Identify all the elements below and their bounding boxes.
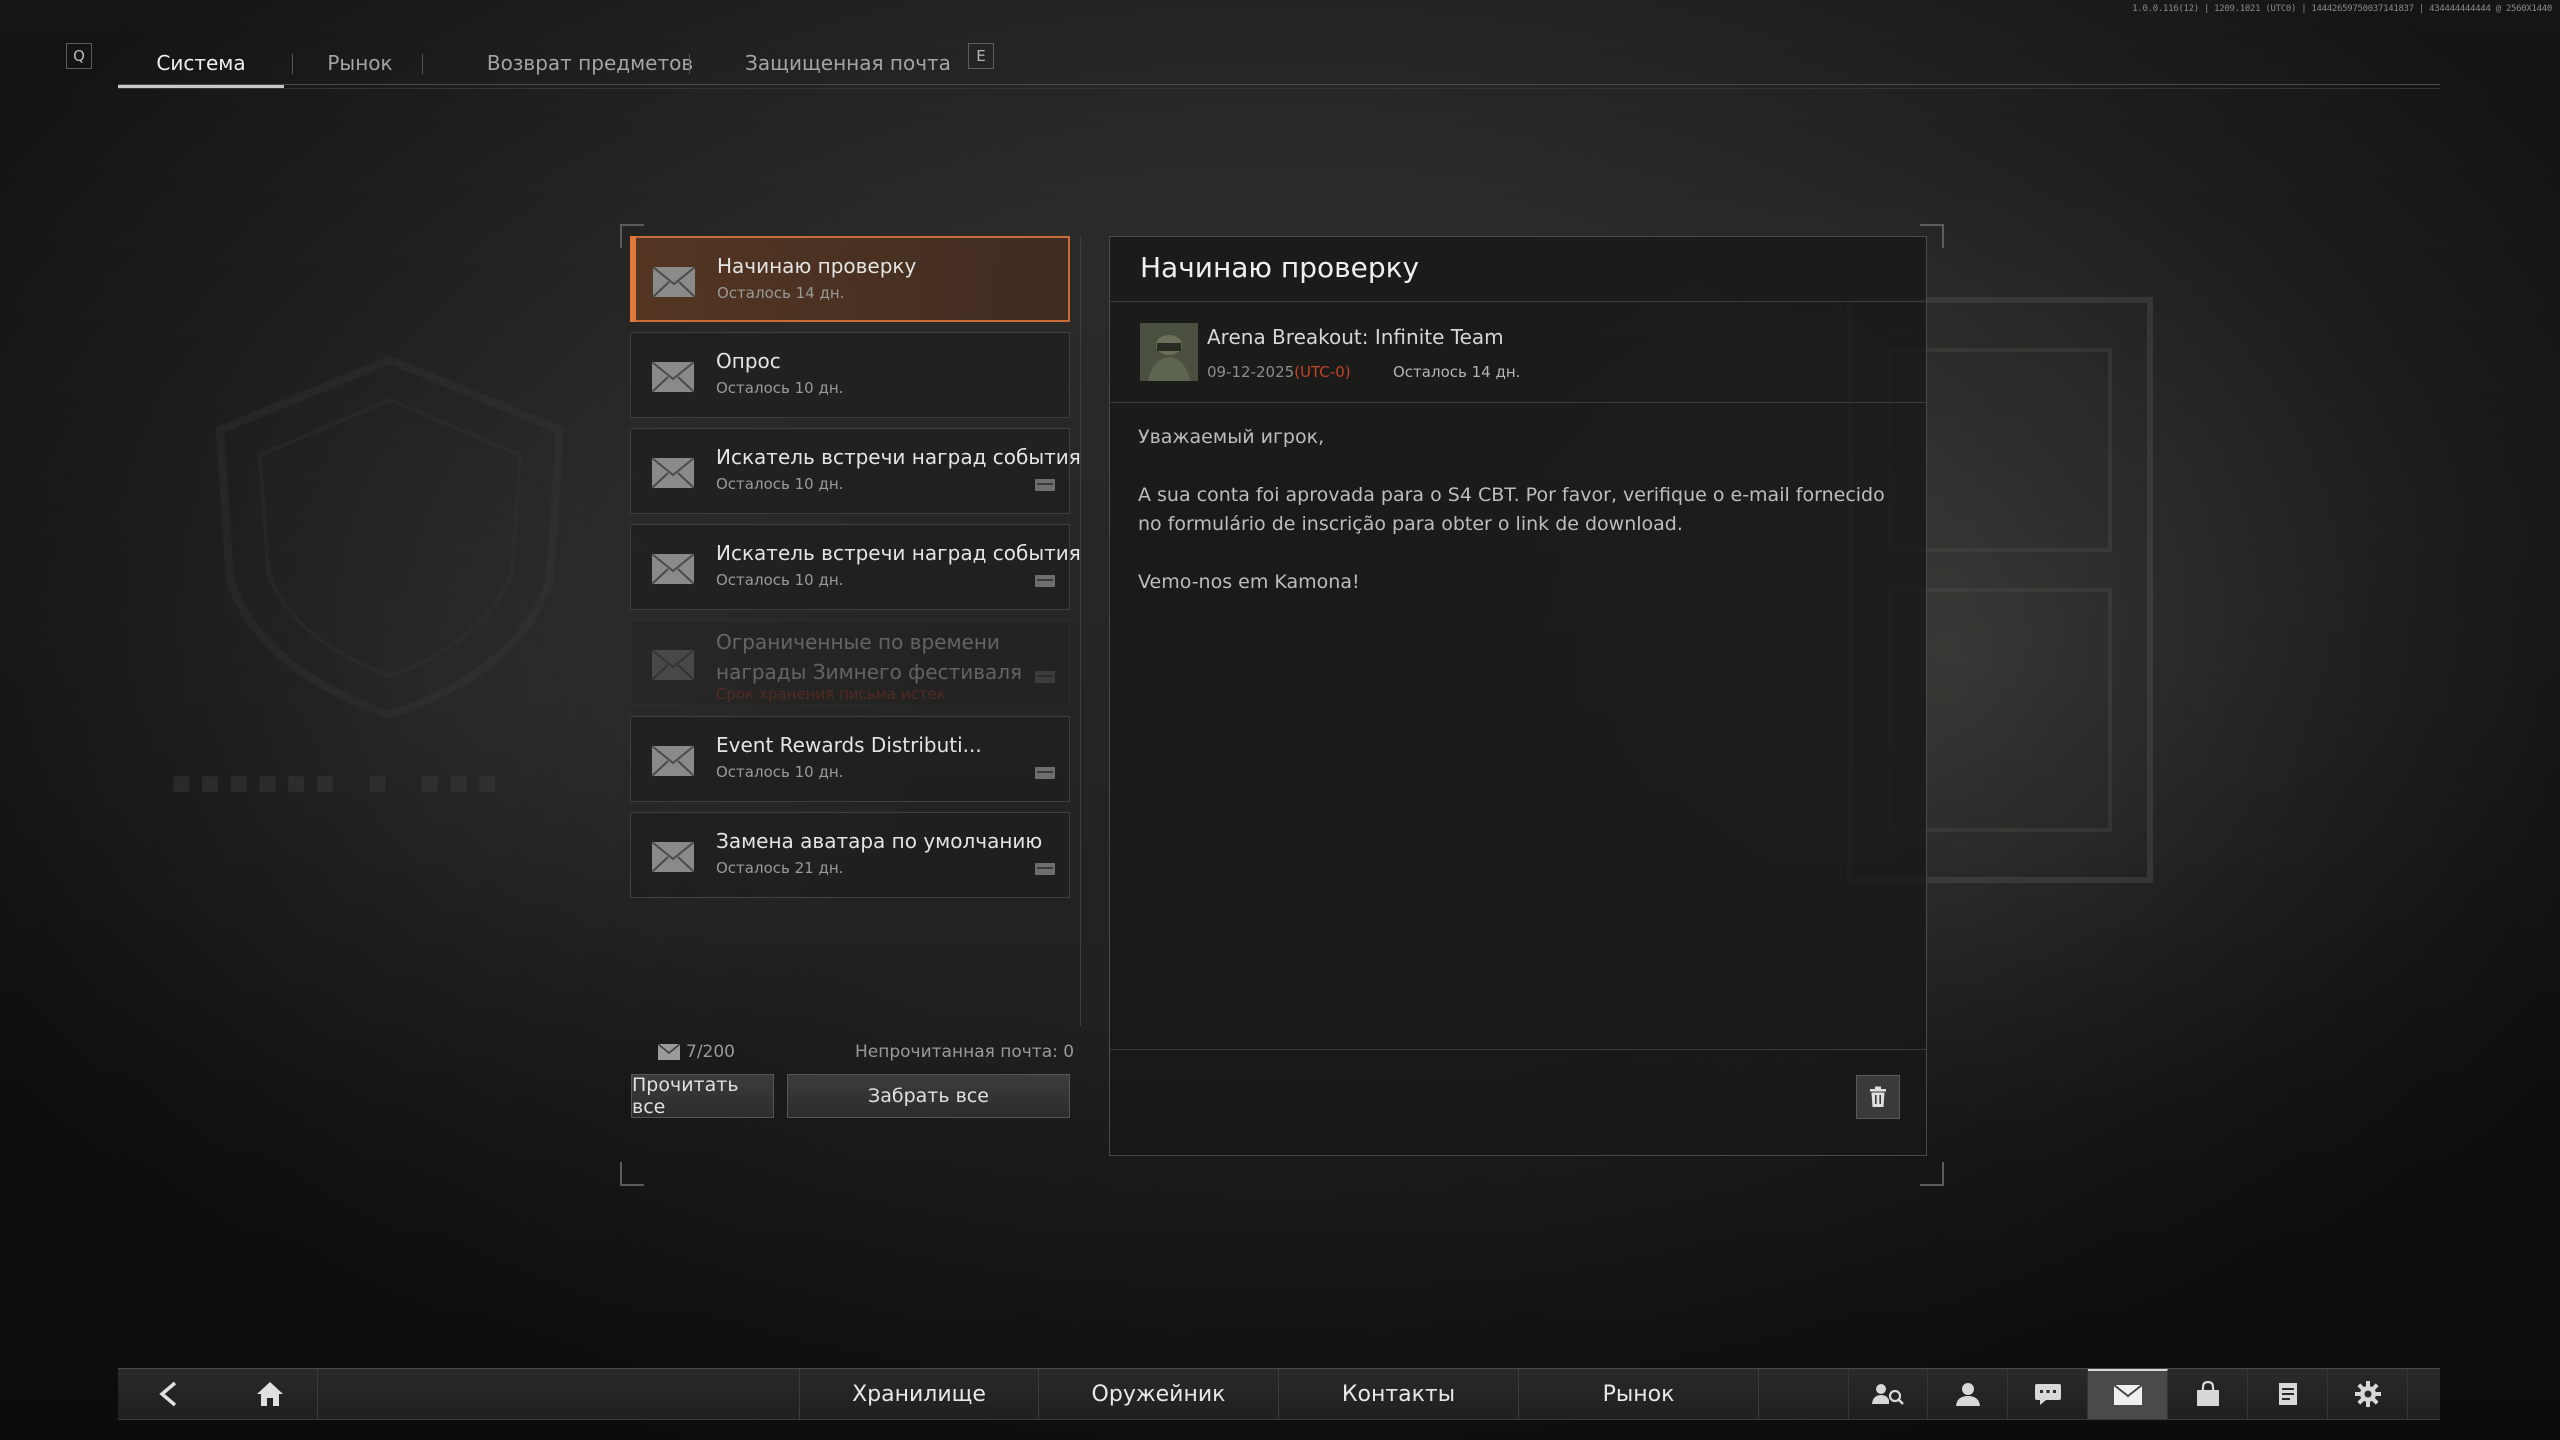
- mail-title: Опрос: [716, 349, 781, 373]
- envelope-icon: [651, 649, 695, 681]
- chat-icon: [2034, 1384, 2061, 1405]
- mail-expiry: Осталось 21 дн.: [716, 859, 844, 877]
- mail-expiry: Срок хранения письма истек: [716, 685, 946, 703]
- envelope-icon: [651, 361, 695, 393]
- mail-item[interactable]: Искатель встречи наград события Осталось…: [630, 428, 1081, 514]
- mail-item[interactable]: Замена аватара по умолчанию Осталось 21 …: [630, 812, 1070, 898]
- mail-expiry: Осталось 10 дн.: [716, 475, 844, 493]
- tab-label: Система: [156, 51, 246, 75]
- tasks-button[interactable]: [2248, 1369, 2328, 1419]
- message-paragraph: Уважаемый игрок,: [1138, 426, 1325, 448]
- trash-icon: [1870, 1086, 1886, 1107]
- mail-title: Event Rewards Distributi...: [716, 733, 982, 757]
- friends-search-button[interactable]: [1848, 1369, 1928, 1419]
- mail-title: Ограниченные по времени награды Зимнего …: [716, 630, 1023, 684]
- mail-expiry: Осталось 10 дн.: [716, 763, 844, 781]
- message-expiry: Осталось 14 дн.: [1393, 363, 1521, 381]
- envelope-icon: [651, 841, 695, 873]
- mail-count-value: 7/200: [686, 1042, 735, 1062]
- mail-icon: [2113, 1385, 2142, 1405]
- mail-title: Искатель встречи наград события: [716, 541, 1081, 565]
- mail-title: Начинаю проверку: [717, 254, 917, 278]
- envelope-icon: [658, 1044, 680, 1060]
- claim-all-button[interactable]: Забрать все: [787, 1074, 1070, 1118]
- key-hint-q[interactable]: Q: [66, 43, 92, 69]
- envelope-icon: [651, 745, 695, 777]
- mail-item[interactable]: Event Rewards Distributi... Осталось 10 …: [630, 716, 1070, 802]
- top-tab-bar: Q Система Рынок Возврат предметов Защище…: [66, 38, 2440, 92]
- friends-search-icon: [1872, 1384, 1904, 1405]
- tab-label: Рынок: [327, 51, 393, 75]
- settings-button[interactable]: [2328, 1369, 2408, 1419]
- store-bag-icon: [2196, 1381, 2219, 1406]
- read-all-button[interactable]: Прочитать все: [631, 1074, 774, 1118]
- attachment-icon: [1035, 767, 1055, 779]
- nav-gunsmith[interactable]: Оружейник: [1039, 1369, 1279, 1419]
- mail-expiry: Осталось 14 дн.: [717, 284, 845, 302]
- unread-count: Непрочитанная почта: 0: [855, 1042, 1075, 1062]
- tab-market[interactable]: Рынок: [300, 38, 420, 88]
- mail-title: Искатель встречи наград события: [716, 445, 1081, 469]
- mail-list-panel: Начинаю проверку Осталось 14 дн. Опрос О…: [630, 236, 1084, 1156]
- tab-label: Защищенная почта: [745, 51, 951, 75]
- nav-market[interactable]: Рынок: [1519, 1369, 1759, 1419]
- mail-item[interactable]: Ограниченные по времени награды Зимнего …: [630, 620, 1070, 706]
- key-hint-e[interactable]: E: [968, 43, 994, 69]
- timezone: (UTC-0): [1294, 363, 1351, 381]
- mail-item[interactable]: Опрос Осталось 10 дн.: [630, 332, 1070, 418]
- tasks-icon: [2278, 1383, 2297, 1405]
- mail-item[interactable]: Начинаю проверку Осталось 14 дн.: [630, 236, 1070, 322]
- settings-gear-icon: [2354, 1381, 2381, 1407]
- mail-count: 7/200: [658, 1042, 735, 1062]
- profile-icon: [1955, 1383, 1980, 1406]
- tab-system[interactable]: Система: [118, 38, 284, 88]
- attachment-icon: [1035, 575, 1055, 587]
- mail-item[interactable]: Искатель встречи наград события Осталось…: [630, 524, 1081, 610]
- back-button[interactable]: [118, 1369, 218, 1419]
- mail-expiry: Осталось 10 дн.: [716, 571, 844, 589]
- envelope-icon: [651, 457, 695, 489]
- message-paragraph: A sua conta foi aprovada para o S4 CBT. …: [1138, 484, 1885, 535]
- mail-expiry: Осталось 10 дн.: [716, 379, 844, 397]
- message-body: Уважаемый игрок, A sua conta foi aprovad…: [1138, 423, 1898, 626]
- tab-label: Возврат предметов: [486, 51, 694, 75]
- attachment-icon: [1035, 863, 1055, 875]
- delete-button[interactable]: [1856, 1075, 1900, 1119]
- attachment-icon: [1035, 671, 1055, 683]
- nav-storage[interactable]: Хранилище: [799, 1369, 1039, 1419]
- background-watermark-text: ▪▪▪▪▪▪ ▪ ▪▪▪: [170, 746, 505, 818]
- background-emblem: [215, 355, 565, 720]
- envelope-icon: [652, 266, 696, 298]
- tab-secure-mail[interactable]: Защищенная почта: [698, 38, 998, 88]
- attachment-icon: [1035, 479, 1055, 491]
- home-icon: [256, 1382, 283, 1406]
- home-button[interactable]: [222, 1369, 318, 1419]
- date-value: 09-12-2025: [1207, 363, 1295, 381]
- message-paragraph: Vemo-nos em Kamona!: [1138, 571, 1360, 593]
- mail-button[interactable]: [2088, 1369, 2168, 1419]
- chat-button[interactable]: [2008, 1369, 2088, 1419]
- back-arrow-icon: [159, 1381, 177, 1407]
- message-title: Начинаю проверку: [1140, 251, 1420, 284]
- envelope-icon: [651, 553, 695, 585]
- build-info: 1.0.0.116(12) | 1209.1021 (UTC0) | 14442…: [2132, 4, 2552, 14]
- store-button[interactable]: [2168, 1369, 2248, 1419]
- sender-name: Arena Breakout: Infinite Team: [1207, 325, 1504, 349]
- bottom-nav-bar: Хранилище Оружейник Контакты Рынок: [118, 1368, 2440, 1420]
- profile-button[interactable]: [1928, 1369, 2008, 1419]
- sender-avatar: [1140, 323, 1198, 381]
- message-panel: Начинаю проверку Arena Breakout: Infinit…: [1109, 236, 1927, 1156]
- nav-contacts[interactable]: Контакты: [1279, 1369, 1519, 1419]
- message-date: 09-12-2025(UTC-0): [1207, 363, 1351, 381]
- mail-title: Замена аватара по умолчанию: [716, 829, 1043, 853]
